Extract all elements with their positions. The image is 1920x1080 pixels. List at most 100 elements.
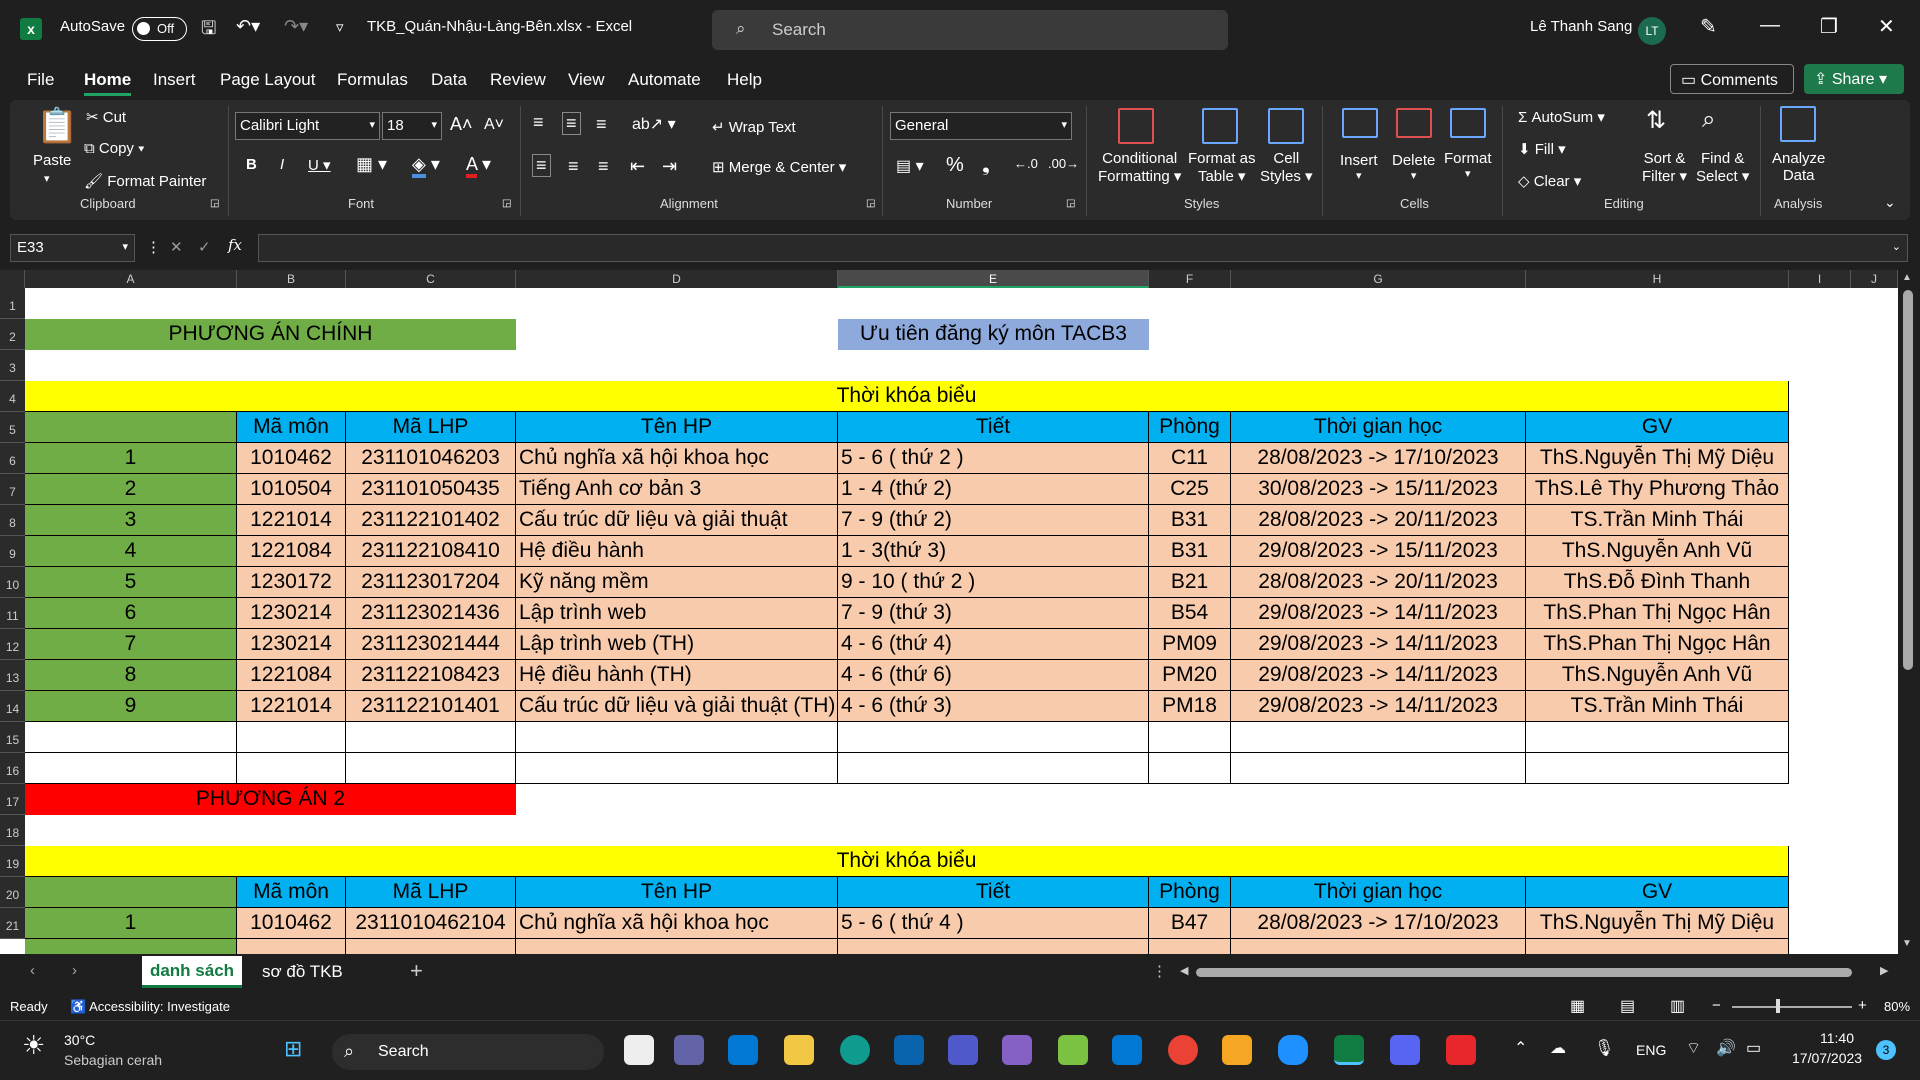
- empty-cell[interactable]: [25, 722, 237, 753]
- row-header[interactable]: 7: [0, 474, 25, 505]
- table-cell[interactable]: PM18: [1149, 691, 1231, 722]
- table-cell[interactable]: 4 - 6 (thứ 3): [838, 691, 1149, 722]
- menu-insert[interactable]: Insert: [153, 70, 196, 90]
- prev-sheet-icon[interactable]: ‹: [30, 962, 35, 979]
- table-cell[interactable]: 1 - 3(thứ 3): [838, 536, 1149, 567]
- cancel-icon[interactable]: ✕: [170, 238, 183, 256]
- table-cell[interactable]: C25: [1149, 474, 1231, 505]
- android-studio-icon[interactable]: [1058, 1035, 1088, 1065]
- table-cell[interactable]: Hệ điều hành (TH): [516, 660, 838, 691]
- row-header[interactable]: 17: [0, 784, 25, 815]
- table-cell[interactable]: 1230172: [237, 567, 346, 598]
- menu-page-layout[interactable]: Page Layout: [220, 70, 315, 90]
- table-cell[interactable]: ThS.Đỗ Đình Thanh: [1526, 567, 1789, 598]
- fill-button[interactable]: ⬇ Fill ▾: [1518, 140, 1566, 158]
- font-color-icon[interactable]: A ▾: [466, 154, 491, 178]
- plan-2-label[interactable]: PHƯƠNG ÁN 2: [25, 784, 516, 815]
- table-cell[interactable]: 1230214: [237, 629, 346, 660]
- scroll-right-icon[interactable]: ▶: [1880, 964, 1888, 977]
- header-cell[interactable]: GV: [1526, 877, 1789, 908]
- wifi-icon[interactable]: ⌔: [1686, 1038, 1701, 1058]
- decrease-decimal-icon[interactable]: .00→: [1048, 156, 1079, 171]
- header-cell[interactable]: Tên HP: [516, 877, 838, 908]
- formula-input[interactable]: ⌄: [258, 234, 1908, 262]
- paste-dropdown-icon[interactable]: ▾: [44, 172, 50, 185]
- empty-cell[interactable]: [1149, 722, 1231, 753]
- vertical-scroll-thumb[interactable]: [1903, 290, 1913, 670]
- header-cell[interactable]: Thời gian học: [1231, 877, 1526, 908]
- table-cell[interactable]: Lập trình web: [516, 598, 838, 629]
- column-header[interactable]: C: [346, 270, 516, 288]
- empty-cell[interactable]: [838, 753, 1149, 784]
- row-header[interactable]: 5: [0, 412, 25, 443]
- chrome-icon[interactable]: [1168, 1035, 1198, 1065]
- cell-styles-button[interactable]: Cell Styles ▾: [1260, 150, 1313, 185]
- app-icon[interactable]: [1222, 1035, 1252, 1065]
- redo-icon[interactable]: ↷▾: [284, 16, 308, 37]
- increase-decimal-icon[interactable]: ←.0: [1014, 156, 1038, 171]
- table-cell[interactable]: 29/08/2023 -> 14/11/2023: [1231, 629, 1526, 660]
- table-cell[interactable]: B21: [1149, 567, 1231, 598]
- merge-center-button[interactable]: ⊞ Merge & Center ▾: [712, 158, 846, 176]
- visual-studio-icon[interactable]: [1002, 1035, 1032, 1065]
- clock-date[interactable]: 17/07/2023: [1792, 1050, 1862, 1066]
- number-format-select[interactable]: General ▾: [890, 112, 1072, 140]
- table-cell[interactable]: Lập trình web (TH): [516, 629, 838, 660]
- table-cell[interactable]: ThS.Nguyễn Anh Vũ: [1526, 536, 1789, 567]
- undo-icon[interactable]: ↶▾: [236, 16, 260, 37]
- table-cell[interactable]: 1230214: [237, 598, 346, 629]
- table-cell[interactable]: ThS.Phan Thị Ngọc Hân: [1526, 598, 1789, 629]
- table-cell[interactable]: ThS.Lê Thy Phương Thảo: [1526, 474, 1789, 505]
- table-cell[interactable]: 29/08/2023 -> 14/11/2023: [1231, 598, 1526, 629]
- close-button[interactable]: ✕: [1878, 14, 1895, 39]
- microphone-icon[interactable]: 🎙: [1594, 1038, 1614, 1058]
- alignment-launcher-icon[interactable]: ◲: [866, 198, 875, 209]
- align-right-icon[interactable]: ≡: [598, 156, 609, 177]
- outlook-icon[interactable]: [894, 1035, 924, 1065]
- autosum-button[interactable]: Σ AutoSum ▾: [1518, 108, 1605, 126]
- table-cell[interactable]: 1: [25, 908, 237, 939]
- row-header[interactable]: 1: [0, 288, 25, 319]
- fill-color-icon[interactable]: ◈ ▾: [412, 154, 440, 178]
- row-header[interactable]: 11: [0, 598, 25, 629]
- timetable-title[interactable]: Thời khóa biểu: [25, 846, 1789, 877]
- table-cell[interactable]: 1010462: [237, 908, 346, 939]
- scroll-down-icon[interactable]: ▼: [1902, 938, 1912, 949]
- table-cell[interactable]: 1221084: [237, 536, 346, 567]
- orientation-icon[interactable]: ab↗ ▾: [632, 114, 676, 134]
- table-cell[interactable]: 29/08/2023 -> 14/11/2023: [1231, 691, 1526, 722]
- row-header[interactable]: 16: [0, 753, 25, 784]
- share-button[interactable]: ⇪ Share ▾: [1804, 64, 1904, 94]
- table-cell[interactable]: 1 - 4 (thứ 2): [838, 474, 1149, 505]
- scroll-left-icon[interactable]: ◀: [1180, 964, 1188, 977]
- task-view-icon[interactable]: [624, 1035, 654, 1065]
- column-header[interactable]: A: [25, 270, 237, 288]
- menu-home[interactable]: Home: [84, 70, 132, 96]
- table-cell[interactable]: 4: [25, 536, 237, 567]
- priority-note[interactable]: Ưu tiên đăng ký môn TACB3: [838, 319, 1149, 350]
- table-cell[interactable]: 231123017204: [346, 567, 516, 598]
- row-header[interactable]: 21: [0, 908, 25, 939]
- menu-view[interactable]: View: [568, 70, 605, 90]
- header-cell[interactable]: GV: [1526, 412, 1789, 443]
- name-box[interactable]: E33 ▾: [10, 234, 135, 262]
- discord-icon[interactable]: [1390, 1035, 1420, 1065]
- table-cell[interactable]: 5 - 6 ( thứ 4 ): [838, 908, 1149, 939]
- paste-button[interactable]: Paste: [33, 152, 71, 169]
- header-cell[interactable]: [25, 412, 237, 443]
- header-cell[interactable]: Tiết: [838, 877, 1149, 908]
- header-cell[interactable]: Tiết: [838, 412, 1149, 443]
- comments-button[interactable]: ▭ Comments: [1670, 64, 1794, 94]
- minimize-button[interactable]: —: [1760, 14, 1780, 37]
- table-cell[interactable]: ThS.Nguyễn Thị Mỹ Diệu: [1526, 908, 1789, 939]
- percent-icon[interactable]: %: [946, 154, 964, 177]
- paste-icon[interactable]: 📋: [36, 106, 78, 146]
- avatar[interactable]: LT: [1638, 17, 1666, 45]
- teams-icon[interactable]: [948, 1035, 978, 1065]
- decrease-font-icon[interactable]: A˅: [484, 116, 504, 134]
- column-header[interactable]: G: [1231, 270, 1526, 288]
- header-cell[interactable]: Phòng: [1149, 877, 1231, 908]
- table-cell[interactable]: B47: [1149, 908, 1231, 939]
- empty-cell[interactable]: [1149, 753, 1231, 784]
- align-middle-icon[interactable]: ≡: [562, 112, 581, 135]
